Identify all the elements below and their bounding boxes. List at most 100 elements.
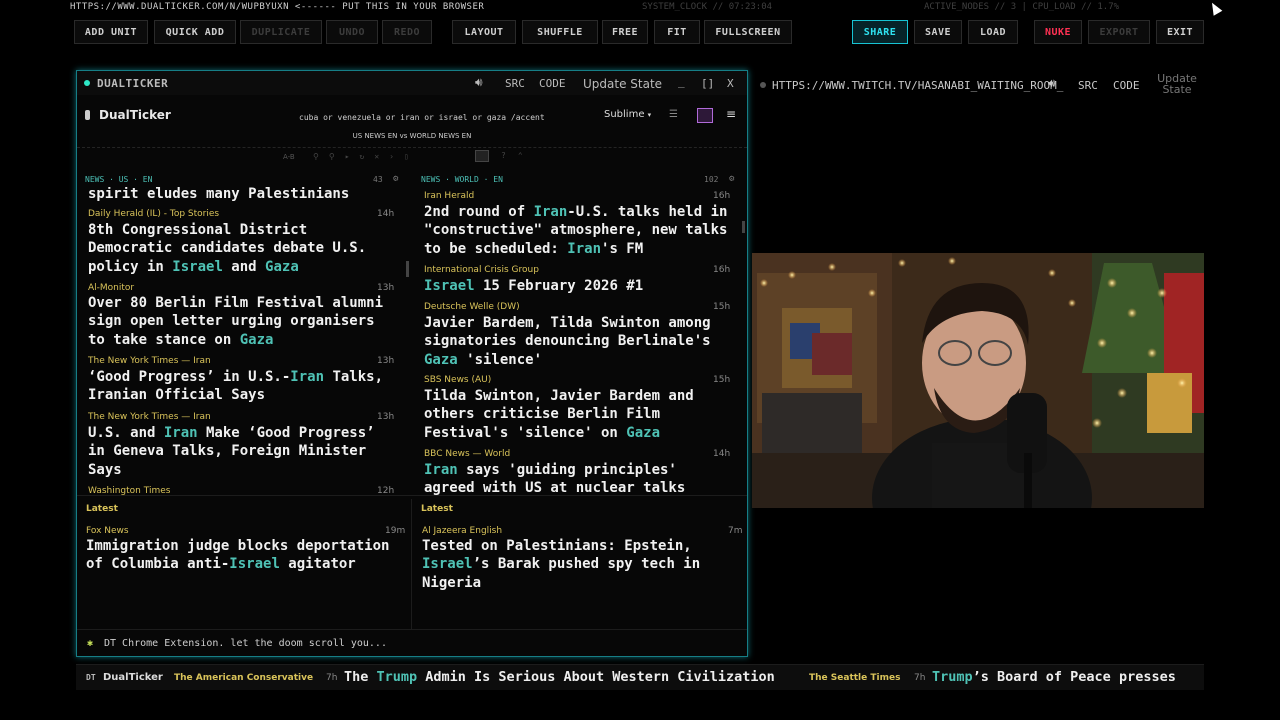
news-time: 13h bbox=[377, 283, 395, 293]
news-time: 13h bbox=[377, 412, 395, 422]
fullscreen-button[interactable]: FULLSCREEN bbox=[704, 20, 792, 44]
divider bbox=[77, 495, 747, 496]
redo-button[interactable]: REDO bbox=[382, 20, 432, 44]
world-news-list[interactable]: Iran Herald 16h 2nd round of Iran-U.S. t… bbox=[413, 187, 747, 497]
news-time: 19m bbox=[385, 526, 406, 536]
load-button[interactable]: LOAD bbox=[968, 20, 1018, 44]
headline[interactable]: Javier Bardem, Tilda Swinton among signa… bbox=[424, 314, 711, 369]
speaker-icon[interactable]: 🔊︎ bbox=[475, 75, 483, 90]
export-button[interactable]: EXPORT bbox=[1088, 20, 1150, 44]
list-view-icon[interactable]: ☰ bbox=[669, 109, 678, 120]
news-time: 14h bbox=[713, 449, 731, 459]
us-news-list[interactable]: spirit eludes many Palestinians Daily He… bbox=[77, 187, 411, 497]
src-button[interactable]: SRC bbox=[1078, 79, 1098, 92]
us-count: 43 bbox=[373, 175, 383, 184]
scrollbar-thumb[interactable] bbox=[406, 261, 409, 277]
scrollbar-thumb[interactable] bbox=[742, 221, 745, 233]
news-time: 16h bbox=[713, 191, 731, 201]
theme-select[interactable]: Sublime ▾ bbox=[604, 109, 651, 120]
dualticker-window: DUALTICKER 🔊︎ SRC CODE Update State _ []… bbox=[76, 70, 748, 657]
control-icons-row[interactable]: ⚲⚲▸↻✕›▯ bbox=[313, 152, 419, 161]
ab-toggle[interactable]: A-B bbox=[283, 153, 295, 161]
exit-button[interactable]: EXIT bbox=[1156, 20, 1204, 44]
search-query: cuba or venezuela or iran or israel or g… bbox=[299, 112, 545, 122]
src-button[interactable]: SRC bbox=[505, 77, 525, 90]
puzzle-icon: ✱ bbox=[87, 638, 94, 649]
speaker-icon[interactable]: 🔊︎ bbox=[1048, 76, 1056, 91]
duplicate-button[interactable]: DUPLICATE bbox=[240, 20, 322, 44]
latest-headline[interactable]: Tested on Palestinians: Epstein, Israel’… bbox=[422, 537, 700, 592]
layout-button[interactable]: LAYOUT bbox=[452, 20, 516, 44]
save-button[interactable]: SAVE bbox=[914, 20, 962, 44]
gear-icon[interactable]: ⚙ bbox=[393, 174, 398, 184]
add-unit-button[interactable]: ADD UNIT bbox=[74, 20, 148, 44]
headline[interactable]: ‘Good Progress’ in U.S.-Iran Talks, Iran… bbox=[88, 368, 383, 405]
app-header: DualTicker cuba or venezuela or iran or … bbox=[77, 104, 747, 129]
news-time: 16h bbox=[713, 265, 731, 275]
headline[interactable]: 8th Congressional District Democratic ca… bbox=[88, 221, 366, 276]
headline[interactable]: Israel 15 February 2026 #1 bbox=[424, 277, 643, 295]
news-source: The New York Times — Iran bbox=[88, 356, 211, 366]
close-button[interactable]: X bbox=[727, 77, 734, 90]
nuke-button[interactable]: NUKE bbox=[1034, 20, 1082, 44]
minimize-button[interactable]: _ bbox=[678, 75, 685, 88]
top-status-bar: HTTPS://WWW.DUALTICKER.COM/N/WUPBYUXN <-… bbox=[0, 0, 1280, 14]
window-title-bar[interactable]: DUALTICKER 🔊︎ SRC CODE Update State _ []… bbox=[77, 71, 747, 95]
maximize-button[interactable]: [] bbox=[701, 77, 714, 90]
undo-button[interactable]: UNDO bbox=[326, 20, 378, 44]
share-url-text: HTTPS://WWW.DUALTICKER.COM/N/WUPBYUXN <-… bbox=[70, 2, 485, 12]
stream-video-frame bbox=[752, 253, 1204, 508]
code-button[interactable]: CODE bbox=[1113, 79, 1140, 92]
search-input[interactable]: cuba or venezuela or iran or israel or g… bbox=[295, 109, 595, 125]
free-button[interactable]: FREE bbox=[602, 20, 648, 44]
quick-add-button[interactable]: QUICK ADD bbox=[154, 20, 236, 44]
ticker-source: The American Conservative bbox=[174, 673, 314, 683]
news-source: Iran Herald bbox=[424, 191, 475, 201]
shuffle-button[interactable]: SHUFFLE bbox=[522, 20, 598, 44]
filter-icon[interactable] bbox=[475, 150, 489, 162]
app-name: DualTicker bbox=[99, 108, 171, 122]
system-status: ACTIVE_NODES // 3 | CPU_LOAD // 1.7% bbox=[924, 2, 1120, 12]
headline[interactable]: Iran says 'guiding principles' agreed wi… bbox=[424, 461, 685, 497]
latest-label: Latest bbox=[421, 504, 453, 514]
headline[interactable]: 2nd round of Iran-U.S. talks held in "co… bbox=[424, 203, 727, 258]
news-source: Daily Herald (IL) - Top Stories bbox=[88, 209, 220, 219]
status-led-icon bbox=[760, 82, 766, 88]
share-button[interactable]: SHARE bbox=[852, 20, 908, 44]
ticker-time: 7h bbox=[914, 673, 926, 683]
ticker-brand: DualTicker bbox=[103, 672, 163, 683]
column-divider bbox=[411, 499, 412, 629]
help-icon[interactable]: ?⌃ bbox=[501, 151, 535, 160]
update-state-button[interactable]: Update State bbox=[1157, 73, 1197, 95]
latest-headline[interactable]: Immigration judge blocks deportation of … bbox=[86, 537, 389, 574]
world-column-title: NEWS · WORLD · EN bbox=[421, 175, 503, 184]
chevron-down-icon: ▾ bbox=[647, 111, 652, 119]
stream-video[interactable] bbox=[752, 253, 1204, 508]
divider bbox=[77, 147, 747, 148]
fit-button[interactable]: FIT bbox=[654, 20, 700, 44]
ticker-source: The Seattle Times bbox=[809, 673, 901, 683]
update-state-button[interactable]: Update State bbox=[583, 77, 662, 91]
news-source: SBS News (AU) bbox=[424, 375, 492, 385]
footer-text[interactable]: DT Chrome Extension. let the doom scroll… bbox=[104, 638, 387, 649]
menu-icon[interactable]: ≡ bbox=[726, 107, 736, 121]
headline[interactable]: Tilda Swinton, Javier Bardem and others … bbox=[424, 387, 694, 442]
headline[interactable]: U.S. and Iran Make ‘Good Progress’ in Ge… bbox=[88, 424, 375, 479]
headline-cut[interactable]: spirit eludes many Palestinians bbox=[88, 187, 349, 203]
headline[interactable]: Over 80 Berlin Film Festival alumni sign… bbox=[88, 294, 383, 349]
grid-view-icon[interactable] bbox=[697, 108, 713, 123]
news-source: International Crisis Group bbox=[424, 265, 539, 275]
bottom-ticker[interactable]: DT DualTicker The American Conservative … bbox=[76, 664, 1204, 690]
code-button[interactable]: CODE bbox=[539, 77, 566, 90]
gear-icon[interactable]: ⚙ bbox=[729, 174, 734, 184]
news-time: 15h bbox=[713, 302, 731, 312]
ticker-headline[interactable]: The Trump Admin Is Serious About Western… bbox=[344, 669, 775, 685]
divider bbox=[77, 629, 747, 630]
theme-label: Sublime bbox=[604, 109, 645, 120]
ticker-headline[interactable]: Trump’s Board of Peace presses bbox=[932, 669, 1182, 685]
news-source: Al Jazeera English bbox=[422, 526, 503, 536]
comparison-label: US NEWS EN vs WORLD NEWS EN bbox=[352, 132, 472, 140]
logo-icon bbox=[85, 110, 90, 120]
us-column-title: NEWS · US · EN bbox=[85, 175, 153, 184]
twitch-window-title-bar[interactable]: HTTPS://WWW.TWITCH.TV/HASANABI_WAITING_R… bbox=[752, 70, 1200, 100]
